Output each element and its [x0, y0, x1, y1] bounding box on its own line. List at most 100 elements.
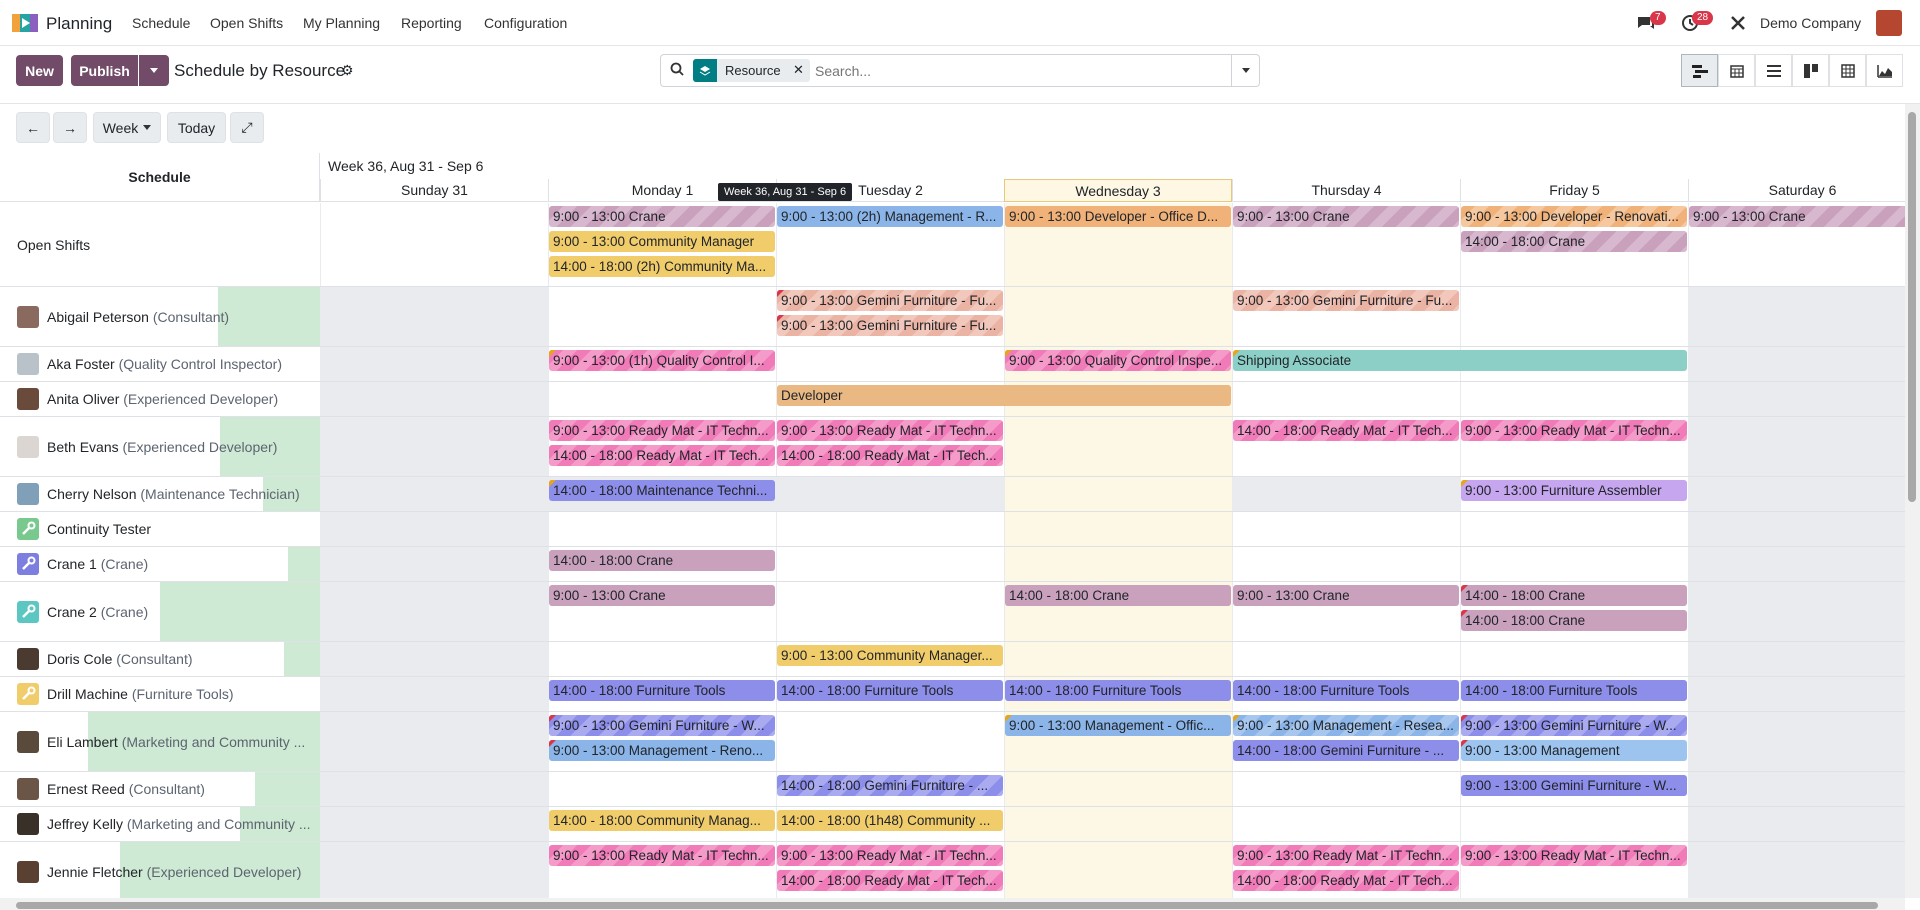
- gantt-cell[interactable]: [320, 712, 548, 771]
- shift-pill[interactable]: 9:00 - 13:00 Management: [1461, 740, 1687, 761]
- gantt-cell[interactable]: [1460, 807, 1688, 841]
- gantt-cell[interactable]: [1688, 582, 1905, 641]
- shift-pill[interactable]: 9:00 - 13:00 Gemini Furniture - Fu...: [777, 315, 1003, 336]
- gantt-cell[interactable]: [320, 772, 548, 806]
- shift-pill[interactable]: 9:00 - 13:00 (1h) Quality Control I...: [549, 350, 775, 371]
- shift-pill[interactable]: 9:00 - 13:00 Gemini Furniture - W...: [1461, 775, 1687, 796]
- shift-pill[interactable]: 14:00 - 18:00 Ready Mat - IT Tech...: [777, 445, 1003, 466]
- shift-pill[interactable]: 9:00 - 13:00 Gemini Furniture - Fu...: [1233, 290, 1459, 311]
- gantt-cell[interactable]: [1688, 677, 1905, 711]
- gantt-cell[interactable]: [1688, 512, 1905, 546]
- shift-pill[interactable]: 9:00 - 13:00 Developer - Office D...: [1005, 206, 1231, 227]
- row-label[interactable]: Cherry Nelson (Maintenance Technician): [0, 477, 320, 511]
- shift-pill[interactable]: 9:00 - 13:00 Quality Control Inspe...: [1005, 350, 1231, 371]
- shift-pill[interactable]: 9:00 - 13:00 Crane: [1689, 206, 1905, 227]
- menu-open-shifts[interactable]: Open Shifts: [210, 15, 283, 31]
- shift-pill[interactable]: 14:00 - 18:00 Maintenance Techni...: [549, 480, 775, 501]
- expand-button[interactable]: ⤢: [230, 112, 264, 143]
- shift-pill[interactable]: 9:00 - 13:00 Ready Mat - IT Techn...: [549, 420, 775, 441]
- gantt-cell[interactable]: [1688, 642, 1905, 676]
- row-label[interactable]: Drill Machine (Furniture Tools): [0, 677, 320, 711]
- shift-pill[interactable]: 9:00 - 13:00 Crane: [549, 206, 775, 227]
- menu-configuration[interactable]: Configuration: [484, 15, 567, 31]
- gantt-cell[interactable]: [320, 417, 548, 476]
- shift-pill[interactable]: 9:00 - 13:00 Developer - Renovati...: [1461, 206, 1687, 227]
- gantt-cell[interactable]: [548, 772, 776, 806]
- shift-pill[interactable]: 9:00 - 13:00 Gemini Furniture - Fu...: [777, 290, 1003, 311]
- gantt-cell[interactable]: [1004, 287, 1232, 346]
- gantt-cell[interactable]: [1688, 807, 1905, 841]
- gantt-cell[interactable]: [320, 477, 548, 511]
- gantt-cell[interactable]: [1004, 772, 1232, 806]
- shift-pill[interactable]: 14:00 - 18:00 Crane: [1461, 585, 1687, 606]
- shift-pill[interactable]: 14:00 - 18:00 Ready Mat - IT Tech...: [1233, 420, 1459, 441]
- shift-pill[interactable]: 14:00 - 18:00 Furniture Tools: [1461, 680, 1687, 701]
- gantt-cell[interactable]: [320, 547, 548, 581]
- gantt-cell[interactable]: [1004, 477, 1232, 511]
- gantt-cell[interactable]: [1004, 842, 1232, 898]
- planning-app-icon[interactable]: [12, 12, 38, 34]
- vertical-scrollbar-thumb[interactable]: [1908, 112, 1916, 502]
- shift-pill[interactable]: 14:00 - 18:00 (2h) Community Ma...: [549, 256, 775, 277]
- gantt-cell[interactable]: [1232, 772, 1460, 806]
- row-label[interactable]: Crane 1 (Crane): [0, 547, 320, 581]
- app-name[interactable]: Planning: [46, 14, 112, 34]
- gantt-cell[interactable]: [1232, 477, 1460, 511]
- gantt-cell[interactable]: [776, 712, 1004, 771]
- shift-pill[interactable]: 14:00 - 18:00 Crane: [1461, 610, 1687, 631]
- gantt-cell[interactable]: [776, 512, 1004, 546]
- shift-pill[interactable]: 9:00 - 13:00 Crane: [1233, 585, 1459, 606]
- gantt-cell[interactable]: [1460, 287, 1688, 346]
- shift-pill[interactable]: 9:00 - 13:00 Ready Mat - IT Techn...: [1461, 845, 1687, 866]
- gantt-cell[interactable]: [548, 382, 776, 416]
- horizontal-scrollbar-thumb[interactable]: [16, 902, 1878, 909]
- gantt-cell[interactable]: [548, 512, 776, 546]
- gantt-cell[interactable]: [1004, 807, 1232, 841]
- shift-pill[interactable]: 9:00 - 13:00 Crane: [1233, 206, 1459, 227]
- gantt-cell[interactable]: [1460, 547, 1688, 581]
- gantt-cell[interactable]: [1232, 382, 1460, 416]
- previous-period-button[interactable]: ←: [16, 112, 50, 143]
- shift-pill[interactable]: 14:00 - 18:00 Furniture Tools: [549, 680, 775, 701]
- gantt-cell[interactable]: [1688, 842, 1905, 898]
- row-label[interactable]: Jennie Fletcher (Experienced Developer): [0, 842, 320, 898]
- shift-pill[interactable]: 9:00 - 13:00 Ready Mat - IT Techn...: [1233, 845, 1459, 866]
- user-avatar[interactable]: [1876, 10, 1902, 36]
- publish-button[interactable]: Publish: [71, 55, 138, 86]
- gantt-cell[interactable]: [320, 382, 548, 416]
- gantt-cell[interactable]: [1460, 512, 1688, 546]
- shift-pill[interactable]: 9:00 - 13:00 Community Manager: [549, 231, 775, 252]
- shift-pill[interactable]: 14:00 - 18:00 Gemini Furniture - ...: [777, 775, 1003, 796]
- shift-pill[interactable]: 9:00 - 13:00 Community Manager...: [777, 645, 1003, 666]
- publish-dropdown-button[interactable]: [139, 55, 169, 86]
- gantt-cell[interactable]: [320, 842, 548, 898]
- shift-pill[interactable]: 9:00 - 13:00 Ready Mat - IT Techn...: [777, 845, 1003, 866]
- gantt-cell[interactable]: [320, 512, 548, 546]
- gantt-cell[interactable]: [320, 677, 548, 711]
- row-label[interactable]: Anita Oliver (Experienced Developer): [0, 382, 320, 416]
- row-label[interactable]: Crane 2 (Crane): [0, 582, 320, 641]
- shift-pill[interactable]: 14:00 - 18:00 (1h48) Community ...: [777, 810, 1003, 831]
- shift-pill[interactable]: 14:00 - 18:00 Furniture Tools: [777, 680, 1003, 701]
- search-input[interactable]: [815, 58, 1225, 83]
- shift-pill[interactable]: 14:00 - 18:00 Crane: [549, 550, 775, 571]
- gantt-cell[interactable]: [1460, 382, 1688, 416]
- gantt-cell[interactable]: [776, 582, 1004, 641]
- gear-icon[interactable]: ⚙: [341, 62, 354, 79]
- gantt-cell[interactable]: [320, 287, 548, 346]
- shift-pill[interactable]: 9:00 - 13:00 Gemini Furniture - W...: [549, 715, 775, 736]
- gantt-cell[interactable]: [1004, 642, 1232, 676]
- gantt-cell[interactable]: [1688, 347, 1905, 381]
- shift-pill[interactable]: 9:00 - 13:00 Crane: [549, 585, 775, 606]
- gantt-cell[interactable]: [1232, 547, 1460, 581]
- gantt-cell[interactable]: [1004, 417, 1232, 476]
- new-button[interactable]: New: [16, 55, 63, 86]
- shift-pill[interactable]: 9:00 - 13:00 Ready Mat - IT Techn...: [1461, 420, 1687, 441]
- gantt-cell[interactable]: [776, 347, 1004, 381]
- gantt-cell[interactable]: [1232, 807, 1460, 841]
- row-label[interactable]: Continuity Tester: [0, 512, 320, 546]
- row-label[interactable]: Open Shifts: [0, 203, 320, 286]
- gantt-cell[interactable]: [320, 582, 548, 641]
- shift-pill[interactable]: 14:00 - 18:00 Furniture Tools: [1005, 680, 1231, 701]
- view-pivot-button[interactable]: [1829, 54, 1866, 87]
